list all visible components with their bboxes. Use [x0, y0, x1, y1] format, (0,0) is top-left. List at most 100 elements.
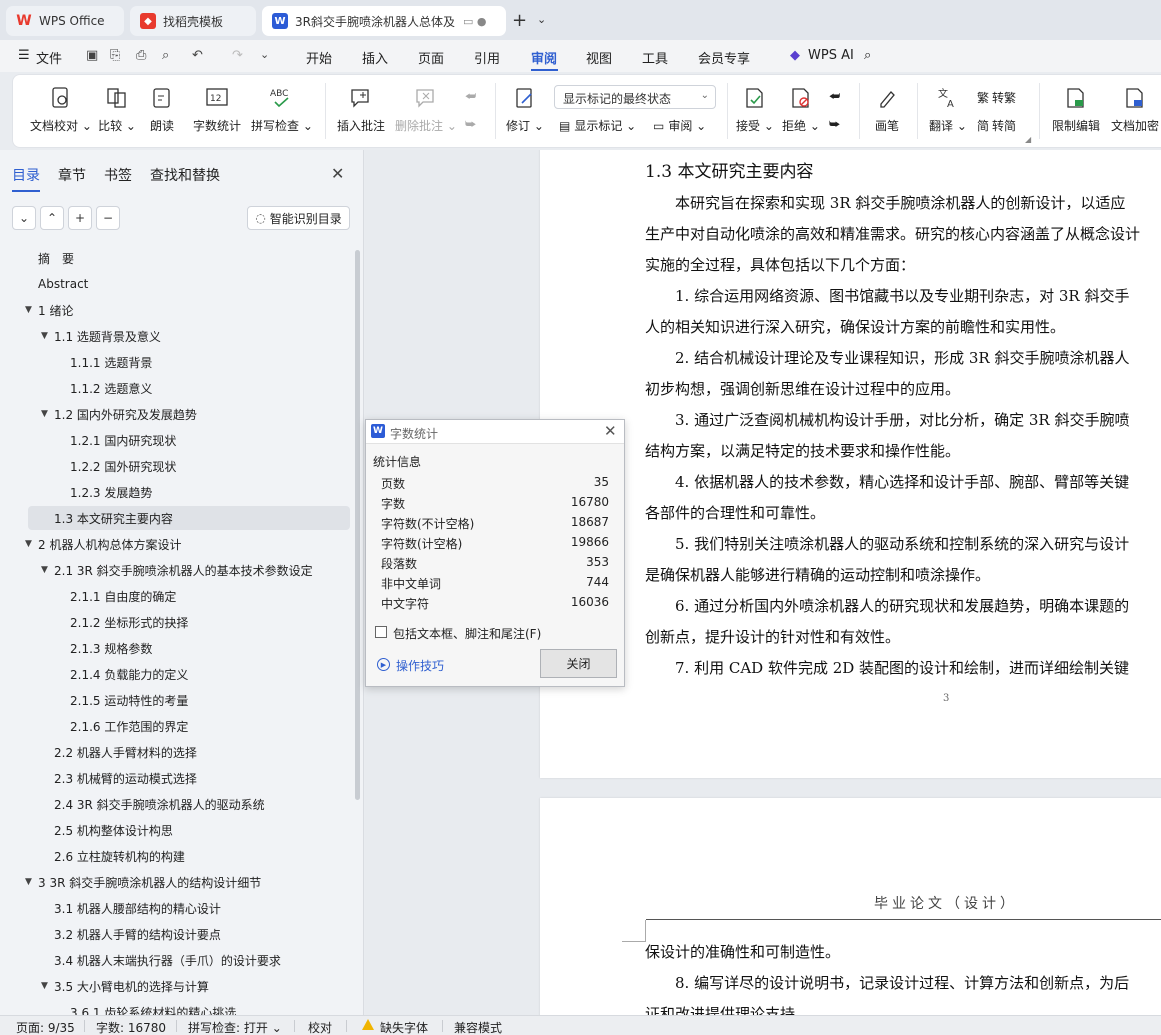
doc-proof-button[interactable]: 文档校对 ⌄: [29, 75, 93, 149]
toc-item[interactable]: 摘 要: [0, 246, 352, 270]
tab-template[interactable]: ◆ 找稻壳模板: [130, 6, 256, 36]
delete-comment-button[interactable]: 删除批注 ⌄: [395, 75, 457, 149]
toc-item[interactable]: ▼ 2 机器人机构总体方案设计: [0, 532, 352, 556]
toc-item[interactable]: 1.1.1 选题背景: [0, 350, 352, 374]
next-comment-icon[interactable]: ⮩: [465, 117, 476, 132]
tab-sections[interactable]: 章节: [58, 165, 86, 185]
close-icon[interactable]: ✕: [604, 422, 617, 440]
expand-triangle-icon[interactable]: ▼: [25, 539, 32, 549]
expand-triangle-icon[interactable]: ▼: [41, 409, 48, 419]
tab-status-icons[interactable]: ▭ ●: [463, 15, 487, 28]
expand-triangle-icon[interactable]: ▼: [25, 305, 32, 315]
tips-link[interactable]: 操作技巧: [396, 657, 444, 674]
close-icon[interactable]: ✕: [331, 164, 344, 183]
toc-item[interactable]: ▼ 1 绪论: [0, 298, 352, 322]
pen-button[interactable]: 画笔: [869, 75, 905, 149]
menu-home[interactable]: 开始: [306, 48, 332, 67]
toc-item[interactable]: 2.1.2 坐标形式的抉择: [0, 610, 352, 634]
save-icon[interactable]: ▣: [86, 48, 98, 63]
missing-font-status[interactable]: 缺失字体: [380, 1019, 428, 1035]
expand-triangle-icon[interactable]: ▼: [41, 331, 48, 341]
toc-item[interactable]: Abstract: [0, 272, 352, 296]
tab-document[interactable]: W 3R斜交手腕喷涂机器人总体及 ▭ ●: [262, 6, 506, 36]
tab-bookmarks[interactable]: 书签: [104, 165, 132, 185]
undo-icon[interactable]: ↶: [192, 48, 203, 63]
tab-toc[interactable]: 目录: [12, 165, 40, 185]
translate-button[interactable]: 文A 翻译 ⌄: [927, 75, 969, 149]
toc-item[interactable]: 2.5 机构整体设计构思: [0, 818, 352, 842]
menu-view[interactable]: 视图: [586, 48, 612, 67]
sidebar-scrollbar[interactable]: [355, 250, 360, 800]
remove-heading-minus-icon[interactable]: −: [96, 206, 120, 230]
restrict-edit-button[interactable]: 限制编辑: [1049, 75, 1103, 149]
spell-check-status[interactable]: 拼写检查: 打开 ⌄: [188, 1019, 282, 1035]
toc-item[interactable]: 2.4 3R 斜交手腕喷涂机器人的驱动系统: [0, 792, 352, 816]
toc-item[interactable]: 3.6.1 齿轮系统材料的精心挑选: [0, 1000, 352, 1016]
toc-item[interactable]: 2.1.1 自由度的确定: [0, 584, 352, 608]
read-aloud-button[interactable]: 朗读: [147, 75, 177, 149]
toc-item[interactable]: 2.6 立柱旋转机构的构建: [0, 844, 352, 868]
menu-page[interactable]: 页面: [418, 48, 444, 67]
doc-encrypt-button[interactable]: 文档加密: [1109, 75, 1161, 149]
menu-review[interactable]: 审阅: [531, 48, 557, 67]
close-button[interactable]: 关闭: [540, 649, 617, 678]
chevron-up-icon[interactable]: ⌃: [40, 206, 64, 230]
toc-item[interactable]: 1.2.3 发展趋势: [0, 480, 352, 504]
previous-change-icon[interactable]: ⮨: [829, 89, 840, 104]
proof-status[interactable]: 校对: [308, 1019, 332, 1035]
document-page[interactable]: ⋮⋮ 1.3 本文研究主要内容 本研究旨在探索和实现 3R 斜交手腕喷涂机器人的…: [540, 150, 1161, 860]
markup-mode-select[interactable]: 显示标记的最终状态 ⌄: [554, 85, 716, 109]
export-icon[interactable]: ⎘: [110, 48, 120, 63]
redo-icon[interactable]: ↷: [232, 48, 243, 63]
expand-triangle-icon[interactable]: ▼: [41, 565, 48, 575]
tab-find-replace[interactable]: 查找和替换: [150, 165, 220, 185]
collapse-chevron-down-icon[interactable]: ⌄: [12, 206, 36, 230]
toc-item[interactable]: 3.4 机器人末端执行器（手爪）的设计要求: [0, 948, 352, 972]
word-count-status[interactable]: 字数: 16780: [96, 1019, 166, 1035]
toc-item[interactable]: 2.3 机械臂的运动模式选择: [0, 766, 352, 790]
ribbon-expand-icon[interactable]: ◢: [1025, 135, 1031, 144]
toc-item[interactable]: 1.1.2 选题意义: [0, 376, 352, 400]
include-textbox-label[interactable]: 包括文本框、脚注和尾注(F): [393, 625, 541, 642]
toc-item[interactable]: 2.1.3 规格参数: [0, 636, 352, 660]
toc-item[interactable]: 2.2 机器人手臂材料的选择: [0, 740, 352, 764]
word-count-button[interactable]: 12 字数统计: [191, 75, 243, 149]
expand-triangle-icon[interactable]: ▼: [41, 981, 48, 991]
track-changes-button[interactable]: 修订 ⌄: [505, 75, 545, 149]
print-icon[interactable]: ⎙: [136, 48, 146, 63]
menu-tools[interactable]: 工具: [642, 48, 668, 67]
show-markup-button[interactable]: ▤ 显示标记 ⌄: [559, 117, 636, 134]
review-pane-button[interactable]: ▭ 审阅 ⌄: [653, 117, 706, 134]
search-icon[interactable]: ⌕: [864, 48, 871, 63]
document-page[interactable]: 毕业论文（设计） 保设计的准确性和可制造性。 8. 编写详尽的设计说明书，记录设…: [540, 798, 1161, 1015]
insert-comment-button[interactable]: 插入批注: [335, 75, 387, 149]
smart-toc-button[interactable]: ◌ 智能识别目录: [247, 206, 350, 230]
chevron-down-icon[interactable]: ⌄: [260, 48, 269, 61]
next-change-icon[interactable]: ⮩: [829, 117, 840, 132]
compare-button[interactable]: 比较 ⌄: [98, 75, 136, 149]
page-status[interactable]: 页面: 9/35: [16, 1019, 75, 1035]
toc-item[interactable]: 2.1.4 负载能力的定义: [0, 662, 352, 686]
to-simplified-button[interactable]: 简转简: [977, 117, 1016, 134]
play-circle-icon[interactable]: ▶: [377, 658, 390, 671]
menu-member[interactable]: 会员专享: [698, 48, 750, 67]
toc-item[interactable]: 3.2 机器人手臂的结构设计要点: [0, 922, 352, 946]
include-textbox-checkbox[interactable]: [375, 626, 387, 638]
toc-item[interactable]: ▼ 3 3R 斜交手腕喷涂机器人的结构设计细节: [0, 870, 352, 894]
toc-item[interactable]: 1.2.2 国外研究现状: [0, 454, 352, 478]
reject-button[interactable]: 拒绝 ⌄: [781, 75, 821, 149]
toc-item[interactable]: 1.3 本文研究主要内容: [28, 506, 350, 530]
menu-file[interactable]: 文件: [36, 48, 62, 67]
expand-triangle-icon[interactable]: ▼: [25, 877, 32, 887]
toc-item[interactable]: 2.1.6 工作范围的界定: [0, 714, 352, 738]
previous-comment-icon[interactable]: ⮨: [465, 89, 476, 104]
new-tab-plus-icon[interactable]: +: [512, 10, 527, 31]
menu-references[interactable]: 引用: [474, 48, 500, 67]
toc-item[interactable]: ▼ 2.1 3R 斜交手腕喷涂机器人的基本技术参数设定: [0, 558, 352, 582]
accept-button[interactable]: 接受 ⌄: [735, 75, 775, 149]
toc-item[interactable]: 3.1 机器人腰部结构的精心设计: [0, 896, 352, 920]
to-traditional-button[interactable]: 繁转繁: [977, 89, 1016, 106]
add-heading-plus-icon[interactable]: +: [68, 206, 92, 230]
toc-item[interactable]: 2.1.5 运动特性的考量: [0, 688, 352, 712]
chevron-down-icon[interactable]: ⌄: [537, 13, 546, 26]
